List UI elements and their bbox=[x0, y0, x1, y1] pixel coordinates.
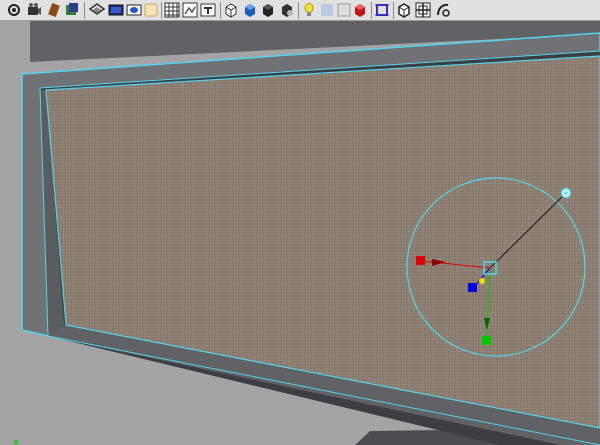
3d-viewport[interactable] bbox=[0, 21, 600, 445]
hypershade-icon[interactable] bbox=[46, 2, 62, 18]
smooth-shading-icon[interactable] bbox=[164, 2, 180, 18]
default-light-icon[interactable] bbox=[319, 2, 335, 18]
wireframe-shading-icon[interactable] bbox=[143, 2, 159, 18]
x-axis-handle[interactable] bbox=[416, 256, 425, 265]
graph-editor-icon[interactable] bbox=[108, 2, 124, 18]
isolate-select-icon[interactable] bbox=[396, 2, 412, 18]
uv-editor-icon[interactable] bbox=[89, 2, 105, 18]
y-axis-handle[interactable] bbox=[482, 336, 491, 345]
camera-view-icon[interactable] bbox=[223, 2, 239, 18]
textured-icon[interactable] bbox=[182, 2, 198, 18]
shadows-icon[interactable] bbox=[336, 2, 352, 18]
z-axis-handle[interactable] bbox=[468, 283, 477, 292]
frame-all-icon[interactable] bbox=[260, 2, 276, 18]
image-plane-icon[interactable] bbox=[242, 2, 258, 18]
backface-icon[interactable] bbox=[374, 2, 390, 18]
axis-center-handle[interactable] bbox=[479, 278, 485, 284]
display-cube-icon[interactable] bbox=[279, 2, 295, 18]
shaded-cube-icon[interactable] bbox=[301, 2, 317, 18]
render-frame-icon[interactable] bbox=[26, 2, 42, 18]
playblast-icon[interactable] bbox=[126, 2, 142, 18]
layer-editor-icon[interactable] bbox=[64, 2, 80, 18]
resolution-gate-icon[interactable] bbox=[435, 2, 451, 18]
grid-icon[interactable] bbox=[200, 2, 216, 18]
corner-marker bbox=[14, 440, 18, 444]
render-settings-icon[interactable] bbox=[6, 2, 22, 18]
wireframe-on-shaded-icon[interactable] bbox=[415, 2, 431, 18]
x-ray-icon[interactable] bbox=[352, 2, 368, 18]
viewport-toolbar bbox=[0, 0, 600, 21]
